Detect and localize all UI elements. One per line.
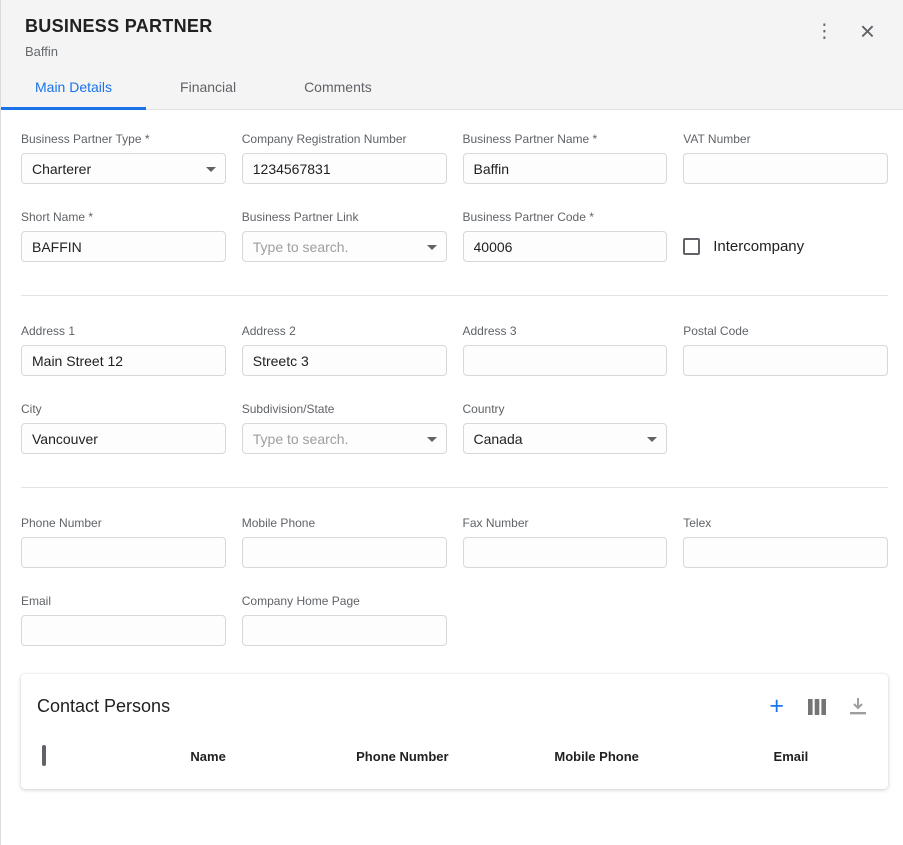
select-all-cell [21,747,111,765]
field-city: City [21,402,226,454]
email-label: Email [21,594,226,608]
city-label: City [21,402,226,416]
fax-number-label: Fax Number [463,516,668,530]
field-business-partner-name: Business Partner Name * [463,132,668,184]
contact-persons-table-header: Name Phone Number Mobile Phone Email [21,735,888,783]
column-header-email: Email [694,749,888,764]
intercompany-label: Intercompany [713,238,804,255]
phone-number-input[interactable] [21,537,226,568]
add-contact-button[interactable]: + [769,694,784,719]
short-name-input[interactable] [21,231,226,262]
field-company-registration-number: Company Registration Number [242,132,447,184]
field-subdivision-state: Subdivision/State [242,402,447,454]
vat-number-label: VAT Number [683,132,888,146]
identity-section: Business Partner Type * Charterer Compan… [1,110,903,262]
download-icon[interactable] [850,698,866,715]
section-divider [21,487,888,488]
columns-icon[interactable] [808,699,826,715]
field-mobile-phone: Mobile Phone [242,516,447,568]
tab-comments[interactable]: Comments [270,65,406,110]
postal-code-label: Postal Code [683,324,888,338]
contact-persons-header: Contact Persons + [21,674,888,735]
short-name-label: Short Name * [21,210,226,224]
business-partner-name-input[interactable] [463,153,668,184]
communication-section: Phone Number Mobile Phone Fax Number Tel… [1,494,903,646]
column-header-mobile-phone: Mobile Phone [500,749,694,764]
business-partner-name-label: Business Partner Name * [463,132,668,146]
vat-number-input[interactable] [683,153,888,184]
field-address-3: Address 3 [463,324,668,376]
business-partner-link-label: Business Partner Link [242,210,447,224]
subdivision-state-combobox[interactable] [242,423,447,454]
postal-code-input[interactable] [683,345,888,376]
city-input[interactable] [21,423,226,454]
select-all-checkbox[interactable] [42,745,46,766]
address-3-label: Address 3 [463,324,668,338]
company-home-page-label: Company Home Page [242,594,447,608]
page-title: BUSINESS PARTNER [25,16,879,37]
field-address-1: Address 1 [21,324,226,376]
company-registration-number-label: Company Registration Number [242,132,447,146]
empty-cell [683,402,888,454]
contact-persons-card: Contact Persons + Name Phone Numbe [21,674,888,789]
section-divider [21,295,888,296]
business-partner-link-combobox[interactable] [242,231,447,262]
address-section: Address 1 Address 2 Address 3 Postal Cod… [1,302,903,454]
field-address-2: Address 2 [242,324,447,376]
country-select[interactable]: Canada [463,423,668,454]
phone-number-label: Phone Number [21,516,226,530]
mobile-phone-label: Mobile Phone [242,516,447,530]
telex-input[interactable] [683,537,888,568]
field-postal-code: Postal Code [683,324,888,376]
dialog-header: BUSINESS PARTNER Baffin ⋮ × [1,0,903,65]
kebab-menu-icon[interactable]: ⋮ [815,22,834,41]
address-2-label: Address 2 [242,324,447,338]
column-header-name: Name [111,749,305,764]
mobile-phone-input[interactable] [242,537,447,568]
field-vat-number: VAT Number [683,132,888,184]
contact-persons-toolbar: + [769,694,866,719]
intercompany-checkbox[interactable] [683,238,700,255]
field-phone-number: Phone Number [21,516,226,568]
close-icon[interactable]: × [860,18,875,44]
subdivision-state-label: Subdivision/State [242,402,447,416]
field-business-partner-code: Business Partner Code * [463,210,668,262]
field-business-partner-link: Business Partner Link [242,210,447,262]
tab-financial[interactable]: Financial [146,65,270,110]
business-partner-code-input[interactable] [463,231,668,262]
field-fax-number: Fax Number [463,516,668,568]
field-country: Country Canada [463,402,668,454]
business-partner-type-label: Business Partner Type * [21,132,226,146]
field-company-home-page: Company Home Page [242,594,447,646]
address-2-input[interactable] [242,345,447,376]
tab-main-details[interactable]: Main Details [1,65,146,110]
company-home-page-input[interactable] [242,615,447,646]
business-partner-type-select[interactable]: Charterer [21,153,226,184]
fax-number-input[interactable] [463,537,668,568]
email-field[interactable] [21,615,226,646]
address-1-input[interactable] [21,345,226,376]
field-short-name: Short Name * [21,210,226,262]
company-registration-number-input[interactable] [242,153,447,184]
header-actions: ⋮ × [815,18,875,44]
field-business-partner-type: Business Partner Type * Charterer [21,132,226,184]
page-subtitle: Baffin [25,44,879,59]
field-telex: Telex [683,516,888,568]
field-intercompany: Intercompany [683,210,888,262]
column-header-phone-number: Phone Number [305,749,499,764]
telex-label: Telex [683,516,888,530]
tab-bar: Main Details Financial Comments [1,65,903,110]
field-email: Email [21,594,226,646]
address-3-input[interactable] [463,345,668,376]
country-label: Country [463,402,668,416]
address-1-label: Address 1 [21,324,226,338]
business-partner-code-label: Business Partner Code * [463,210,668,224]
contact-persons-title: Contact Persons [37,696,170,717]
